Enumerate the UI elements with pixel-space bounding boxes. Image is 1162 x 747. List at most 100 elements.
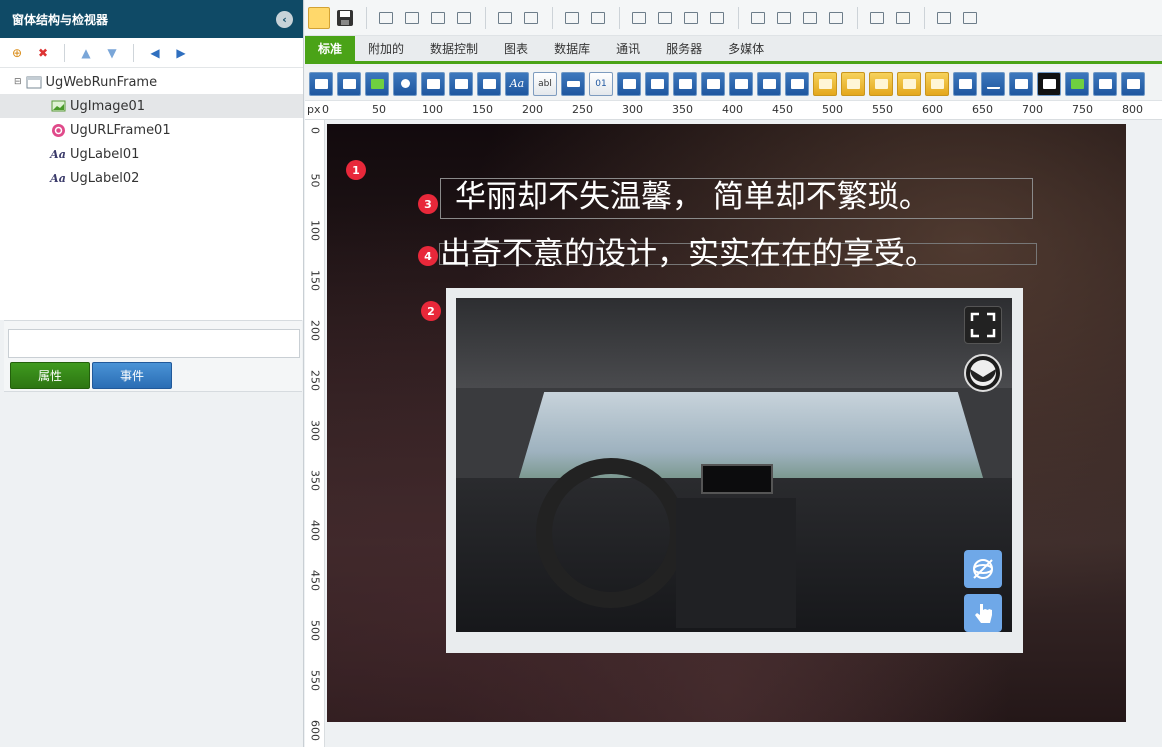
expand-icon[interactable]: ⊟	[14, 77, 22, 87]
edit-component-icon[interactable]: abl	[533, 71, 557, 96]
folder4-component-icon[interactable]	[897, 71, 921, 96]
ruler-tick-label: 50	[308, 173, 322, 188]
center-v-icon[interactable]	[892, 7, 914, 29]
tree-node-label1[interactable]: Aa UgLabel01	[0, 142, 303, 166]
align-top-icon[interactable]	[427, 7, 449, 29]
arrow-right-icon[interactable]: ▶	[170, 43, 192, 63]
picture-component-icon[interactable]	[1093, 71, 1117, 96]
panorama-view[interactable]	[456, 298, 1012, 632]
doc-component-icon[interactable]	[1009, 71, 1033, 96]
ruler-tick-label: 300	[622, 103, 643, 116]
touch-hand-icon[interactable]	[964, 594, 1002, 632]
arrow-left-icon[interactable]: ◀	[144, 43, 166, 63]
toolbar-component-icon[interactable]	[365, 71, 389, 96]
tab-standard[interactable]: 标准	[305, 36, 356, 61]
combo-component-icon[interactable]	[729, 71, 753, 96]
align-bottom-icon[interactable]	[453, 7, 475, 29]
tab-data-control[interactable]: 数据控制	[417, 36, 491, 61]
label-ug01[interactable]: 华丽却不失温馨， 简单却不繁琐。	[440, 178, 1033, 219]
events-tab[interactable]: 事件	[92, 362, 172, 389]
date-component-icon[interactable]	[617, 71, 641, 96]
add-node-icon[interactable]: ⊕	[6, 43, 28, 63]
same-width-icon[interactable]	[561, 7, 583, 29]
component-tree: ⊟ UgWebRunFrame UgImage01 UgURLFrame01 A…	[0, 68, 303, 320]
tree-node-image[interactable]: UgImage01	[0, 94, 303, 118]
same-height-icon[interactable]	[587, 7, 609, 29]
properties-tab[interactable]: 属性	[10, 362, 90, 389]
tab-additional[interactable]: 附加的	[355, 36, 417, 61]
h-spacing-icon[interactable]	[628, 7, 650, 29]
h-spacing-dec-icon[interactable]	[680, 7, 702, 29]
box-component-icon[interactable]	[981, 71, 1005, 96]
panel-title: 窗体结构与检视器	[12, 12, 109, 27]
v-spacing-inc-icon[interactable]	[773, 7, 795, 29]
fullscreen-icon[interactable]	[964, 306, 1002, 344]
label-component-icon[interactable]: Aa	[505, 71, 529, 96]
align-right-icon[interactable]	[401, 7, 423, 29]
send-back-icon[interactable]	[959, 7, 981, 29]
inspector-search-input[interactable]	[8, 329, 300, 358]
tree-node-label: UgImage01	[70, 98, 146, 114]
compass-icon[interactable]	[964, 354, 1002, 392]
container-component-icon[interactable]	[785, 71, 809, 96]
tree-node-label2[interactable]: Aa UgLabel02	[0, 166, 303, 190]
tab-server[interactable]: 服务器	[653, 36, 715, 61]
delete-node-icon[interactable]: ✖	[32, 43, 54, 63]
ruler-tick-label: 550	[308, 670, 322, 691]
open-folder-icon[interactable]	[308, 6, 330, 29]
listbox-component-icon[interactable]	[673, 71, 697, 96]
move-down-icon[interactable]: ▼	[101, 43, 123, 63]
film-component-icon[interactable]	[1037, 71, 1061, 96]
calendar-component-icon[interactable]	[701, 71, 725, 96]
page-component-icon[interactable]	[953, 71, 977, 96]
panel-component-icon[interactable]	[337, 71, 361, 96]
align-center-h-icon[interactable]	[520, 7, 542, 29]
align-center-v-icon[interactable]	[494, 7, 516, 29]
tab-chart[interactable]: 图表	[491, 36, 541, 61]
folder2-component-icon[interactable]	[841, 71, 865, 96]
align-left-icon[interactable]	[375, 7, 397, 29]
vertical-ruler: 0 50 100 150 200 250 300 350 400 450 500 550 600	[305, 120, 325, 747]
ruler-tick-label: 250	[308, 370, 322, 391]
url-frame-ug01[interactable]	[446, 288, 1023, 653]
label-icon: Aa	[50, 147, 66, 161]
designer-window: 窗体结构与检视器 ‹ ⊕ ✖ ▲ ▼ ◀ ▶ ⊟ UgWebRunFrame U…	[0, 0, 1162, 747]
h-spacing-remove-icon[interactable]	[706, 7, 728, 29]
folder5-component-icon[interactable]	[925, 71, 949, 96]
center-h-icon[interactable]	[866, 7, 888, 29]
radio-component-icon[interactable]	[393, 71, 417, 96]
folder3-component-icon[interactable]	[869, 71, 893, 96]
more-component-icon[interactable]	[1121, 71, 1145, 96]
v-spacing-dec-icon[interactable]	[799, 7, 821, 29]
v-spacing-remove-icon[interactable]	[825, 7, 847, 29]
memo-component-icon[interactable]	[645, 71, 669, 96]
image-component-icon[interactable]	[1065, 71, 1089, 96]
ruler-tick-label: 750	[1072, 103, 1093, 116]
gyroscope-icon[interactable]	[964, 550, 1002, 588]
tree-node-urlframe[interactable]: UgURLFrame01	[0, 118, 303, 142]
spin-component-icon[interactable]: 01	[589, 71, 613, 96]
button-component-icon[interactable]	[561, 71, 585, 96]
tab-multimedia[interactable]: 多媒体	[715, 36, 777, 61]
label-ug02[interactable]: 出奇不意的设计，实实在在的享受。	[439, 239, 1037, 270]
move-up-icon[interactable]: ▲	[75, 43, 97, 63]
list-component-icon[interactable]	[449, 71, 473, 96]
camera-component-icon[interactable]	[757, 71, 781, 96]
ruler-tick-label: 800	[1122, 103, 1143, 116]
tree-node-root[interactable]: ⊟ UgWebRunFrame	[0, 70, 303, 94]
ruler-tick-label: 200	[522, 103, 543, 116]
folder-component-icon[interactable]	[813, 71, 837, 96]
tab-communication[interactable]: 通讯	[603, 36, 653, 61]
ruler-tick-label: 500	[308, 620, 322, 641]
design-canvas[interactable]: 1 华丽却不失温馨， 简单却不繁琐。 3 出奇不意的设计，实实在在的享受。 4 …	[327, 124, 1126, 722]
grid-component-icon[interactable]	[477, 71, 501, 96]
frame-component-icon[interactable]	[309, 71, 333, 96]
collapse-icon[interactable]: ‹	[276, 11, 293, 28]
tab-database[interactable]: 数据库	[541, 36, 603, 61]
bring-front-icon[interactable]	[933, 7, 955, 29]
v-spacing-icon[interactable]	[747, 7, 769, 29]
save-icon[interactable]	[334, 7, 356, 29]
h-spacing-inc-icon[interactable]	[654, 7, 676, 29]
ruler-tick-label: 0	[308, 127, 322, 134]
checkbox-component-icon[interactable]	[421, 71, 445, 96]
